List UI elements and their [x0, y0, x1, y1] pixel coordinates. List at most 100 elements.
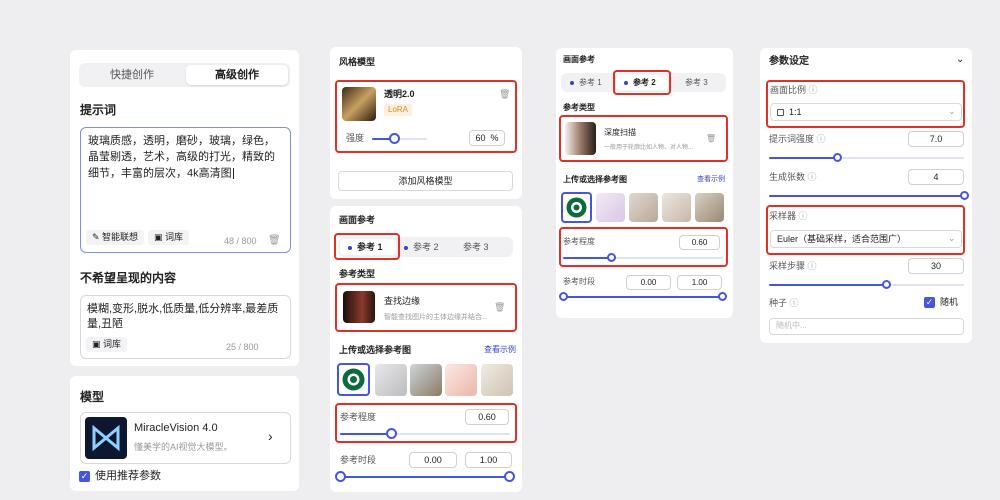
tab-reference-2[interactable]: 参考 2: [404, 243, 439, 252]
reference-period-end[interactable]: 1.00: [465, 452, 512, 468]
image-count-input[interactable]: 4: [908, 169, 964, 185]
reference-type-label-2: 参考类型: [563, 103, 595, 112]
prompt-strength-knob[interactable]: [832, 153, 842, 162]
delete-reference-icon-2[interactable]: 🗑: [706, 135, 716, 143]
info-icon: ⓘ: [816, 134, 826, 144]
sampling-steps-slider[interactable]: [769, 280, 964, 289]
view-example-link-2[interactable]: 查看示例: [697, 176, 725, 183]
image-count-knob[interactable]: [959, 191, 969, 200]
prompt-strength-fill: [769, 157, 838, 159]
image-reference-title-2: 画面参考: [563, 55, 595, 64]
reference-type-desc-2: 一般用于轮廓比如人物、对人物...: [604, 145, 694, 151]
view-example-link[interactable]: 查看示例: [484, 346, 516, 354]
tab-reference-1-b[interactable]: 参考 1: [570, 79, 602, 87]
sampling-steps-knob[interactable]: [881, 280, 891, 289]
prompt-line-2: 晶莹剔透，艺术，高级的打光，精致的: [88, 151, 275, 163]
prompt-strength-label: 提示词强度 ⓘ: [769, 134, 826, 144]
reference-image-4-b[interactable]: [662, 193, 691, 222]
book-icon: ▣: [154, 232, 166, 242]
model-name: MiracleVision 4.0: [134, 422, 218, 434]
reference-degree-label-2: 参考程度: [563, 237, 595, 246]
random-seed-label: 随机: [940, 297, 959, 307]
period-start-knob[interactable]: [335, 471, 346, 482]
negative-lexicon-button[interactable]: ▣ 词库: [86, 337, 128, 352]
period-end-knob-2[interactable]: [718, 292, 727, 301]
reference-degree-input-2[interactable]: 0.60: [679, 235, 720, 250]
reference-period-start[interactable]: 0.00: [409, 452, 457, 468]
period-end-knob[interactable]: [504, 471, 515, 482]
sampler-label: 采样器 ⓘ: [769, 211, 808, 221]
image-count-slider[interactable]: [769, 191, 969, 200]
model-label: 模型: [80, 390, 105, 404]
reference-image-3[interactable]: [410, 364, 442, 396]
book-icon: ▣: [92, 339, 104, 349]
reference-image-2-b[interactable]: [596, 193, 625, 222]
chevron-right-icon: ›: [268, 428, 273, 444]
reference-type-name: 查找边缘: [384, 296, 421, 306]
parameter-settings-title: 参数设定: [769, 56, 809, 67]
reference-degree-label: 参考程度: [340, 412, 377, 422]
reference-period-end-2[interactable]: 1.00: [677, 275, 722, 290]
style-model-thumbnail: [342, 87, 376, 121]
reference-degree-knob[interactable]: [385, 428, 397, 439]
prompt-strength-input[interactable]: 7.0: [908, 131, 964, 147]
reference-type-desc: 智能查找图片的主体边缘并结合...: [384, 314, 488, 321]
tab-reference-3-b[interactable]: 参考 3: [685, 79, 708, 87]
reference-period-slider-2[interactable]: [559, 292, 727, 301]
reference-type-thumbnail-2: [565, 122, 596, 155]
reference-degree-slider[interactable]: [340, 428, 510, 439]
reference-image-3-b[interactable]: [629, 193, 658, 222]
aspect-ratio-chevron-icon: ⌄: [948, 106, 956, 116]
strength-slider[interactable]: [372, 133, 427, 144]
sampling-steps-fill: [769, 284, 886, 286]
info-icon: ⓘ: [808, 85, 818, 95]
sampling-steps-label: 采样步骤 ⓘ: [769, 261, 817, 271]
reference-period-slider[interactable]: [335, 471, 515, 482]
reference-period-label-2: 参考时段: [563, 277, 595, 286]
clear-prompt-icon[interactable]: 🗑: [268, 236, 281, 246]
tab-quick-create[interactable]: 快捷创作: [79, 70, 185, 81]
style-model-title: 风格模型: [339, 57, 376, 67]
prompt-line-1: 玻璃质感，透明，磨砂，玻璃，绿色，: [88, 135, 275, 147]
tab-reference-3[interactable]: 参考 3: [463, 243, 489, 252]
reference-degree-slider-2[interactable]: [563, 253, 723, 262]
aspect-ratio-label: 画面比例 ⓘ: [770, 85, 818, 95]
use-recommended-checkbox[interactable]: ✓: [79, 471, 90, 482]
info-icon: ⓘ: [807, 261, 817, 271]
reference-image-selected[interactable]: [337, 363, 370, 396]
model-description: 懂美学的AI视觉大模型。: [134, 442, 233, 452]
tab-reference-1-label: 参考 1: [348, 243, 383, 252]
lexicon-button[interactable]: ▣ 词库: [148, 230, 190, 245]
strength-knob[interactable]: [388, 133, 400, 144]
reference-image-2[interactable]: [375, 364, 407, 396]
info-icon: ⓘ: [789, 298, 799, 308]
tab-reference-2-b-label: 参考 2: [624, 79, 656, 87]
reference-image-4[interactable]: [445, 364, 477, 396]
smart-association-button[interactable]: ✎ 智能联想: [86, 230, 145, 245]
sampler-chevron-icon: ⌄: [948, 233, 956, 243]
delete-reference-icon[interactable]: 🗑: [494, 303, 505, 312]
random-seed-checkbox[interactable]: ✓: [924, 297, 935, 308]
upload-reference-label-2: 上传或选择参考图: [563, 175, 627, 184]
use-recommended-label: 使用推荐参数: [95, 470, 161, 482]
reference-image-selected-2[interactable]: [561, 192, 592, 223]
seed-input-placeholder: 随机中...: [776, 321, 807, 330]
prompt-line-3: 细节，丰富的层次，4k高清图: [88, 167, 234, 180]
reference-period-start-2[interactable]: 0.00: [626, 275, 671, 290]
negative-line-1: 模糊,变形,脱水,低质量,低分辨率,最差质: [87, 303, 279, 315]
period-start-knob-2[interactable]: [559, 292, 568, 301]
info-icon: ⓘ: [807, 172, 817, 182]
sampling-steps-input[interactable]: 30: [908, 258, 964, 274]
reference-type-thumbnail: [343, 291, 375, 323]
prompt-strength-slider[interactable]: [769, 153, 964, 162]
reference-image-5[interactable]: [481, 364, 513, 396]
reference-degree-input[interactable]: 0.60: [465, 409, 509, 425]
sampler-value: Euler（基础采样，适合范围广）: [777, 234, 907, 244]
reference-degree-knob-2[interactable]: [606, 253, 616, 262]
chevron-down-icon[interactable]: ⌄: [956, 55, 964, 65]
lora-badge: LoRA: [384, 104, 413, 116]
delete-style-icon[interactable]: 🗑: [499, 90, 510, 99]
tab-advanced-label: 高级创作: [215, 69, 259, 81]
strength-input[interactable]: 60 %: [469, 130, 505, 146]
reference-image-5-b[interactable]: [695, 193, 724, 222]
